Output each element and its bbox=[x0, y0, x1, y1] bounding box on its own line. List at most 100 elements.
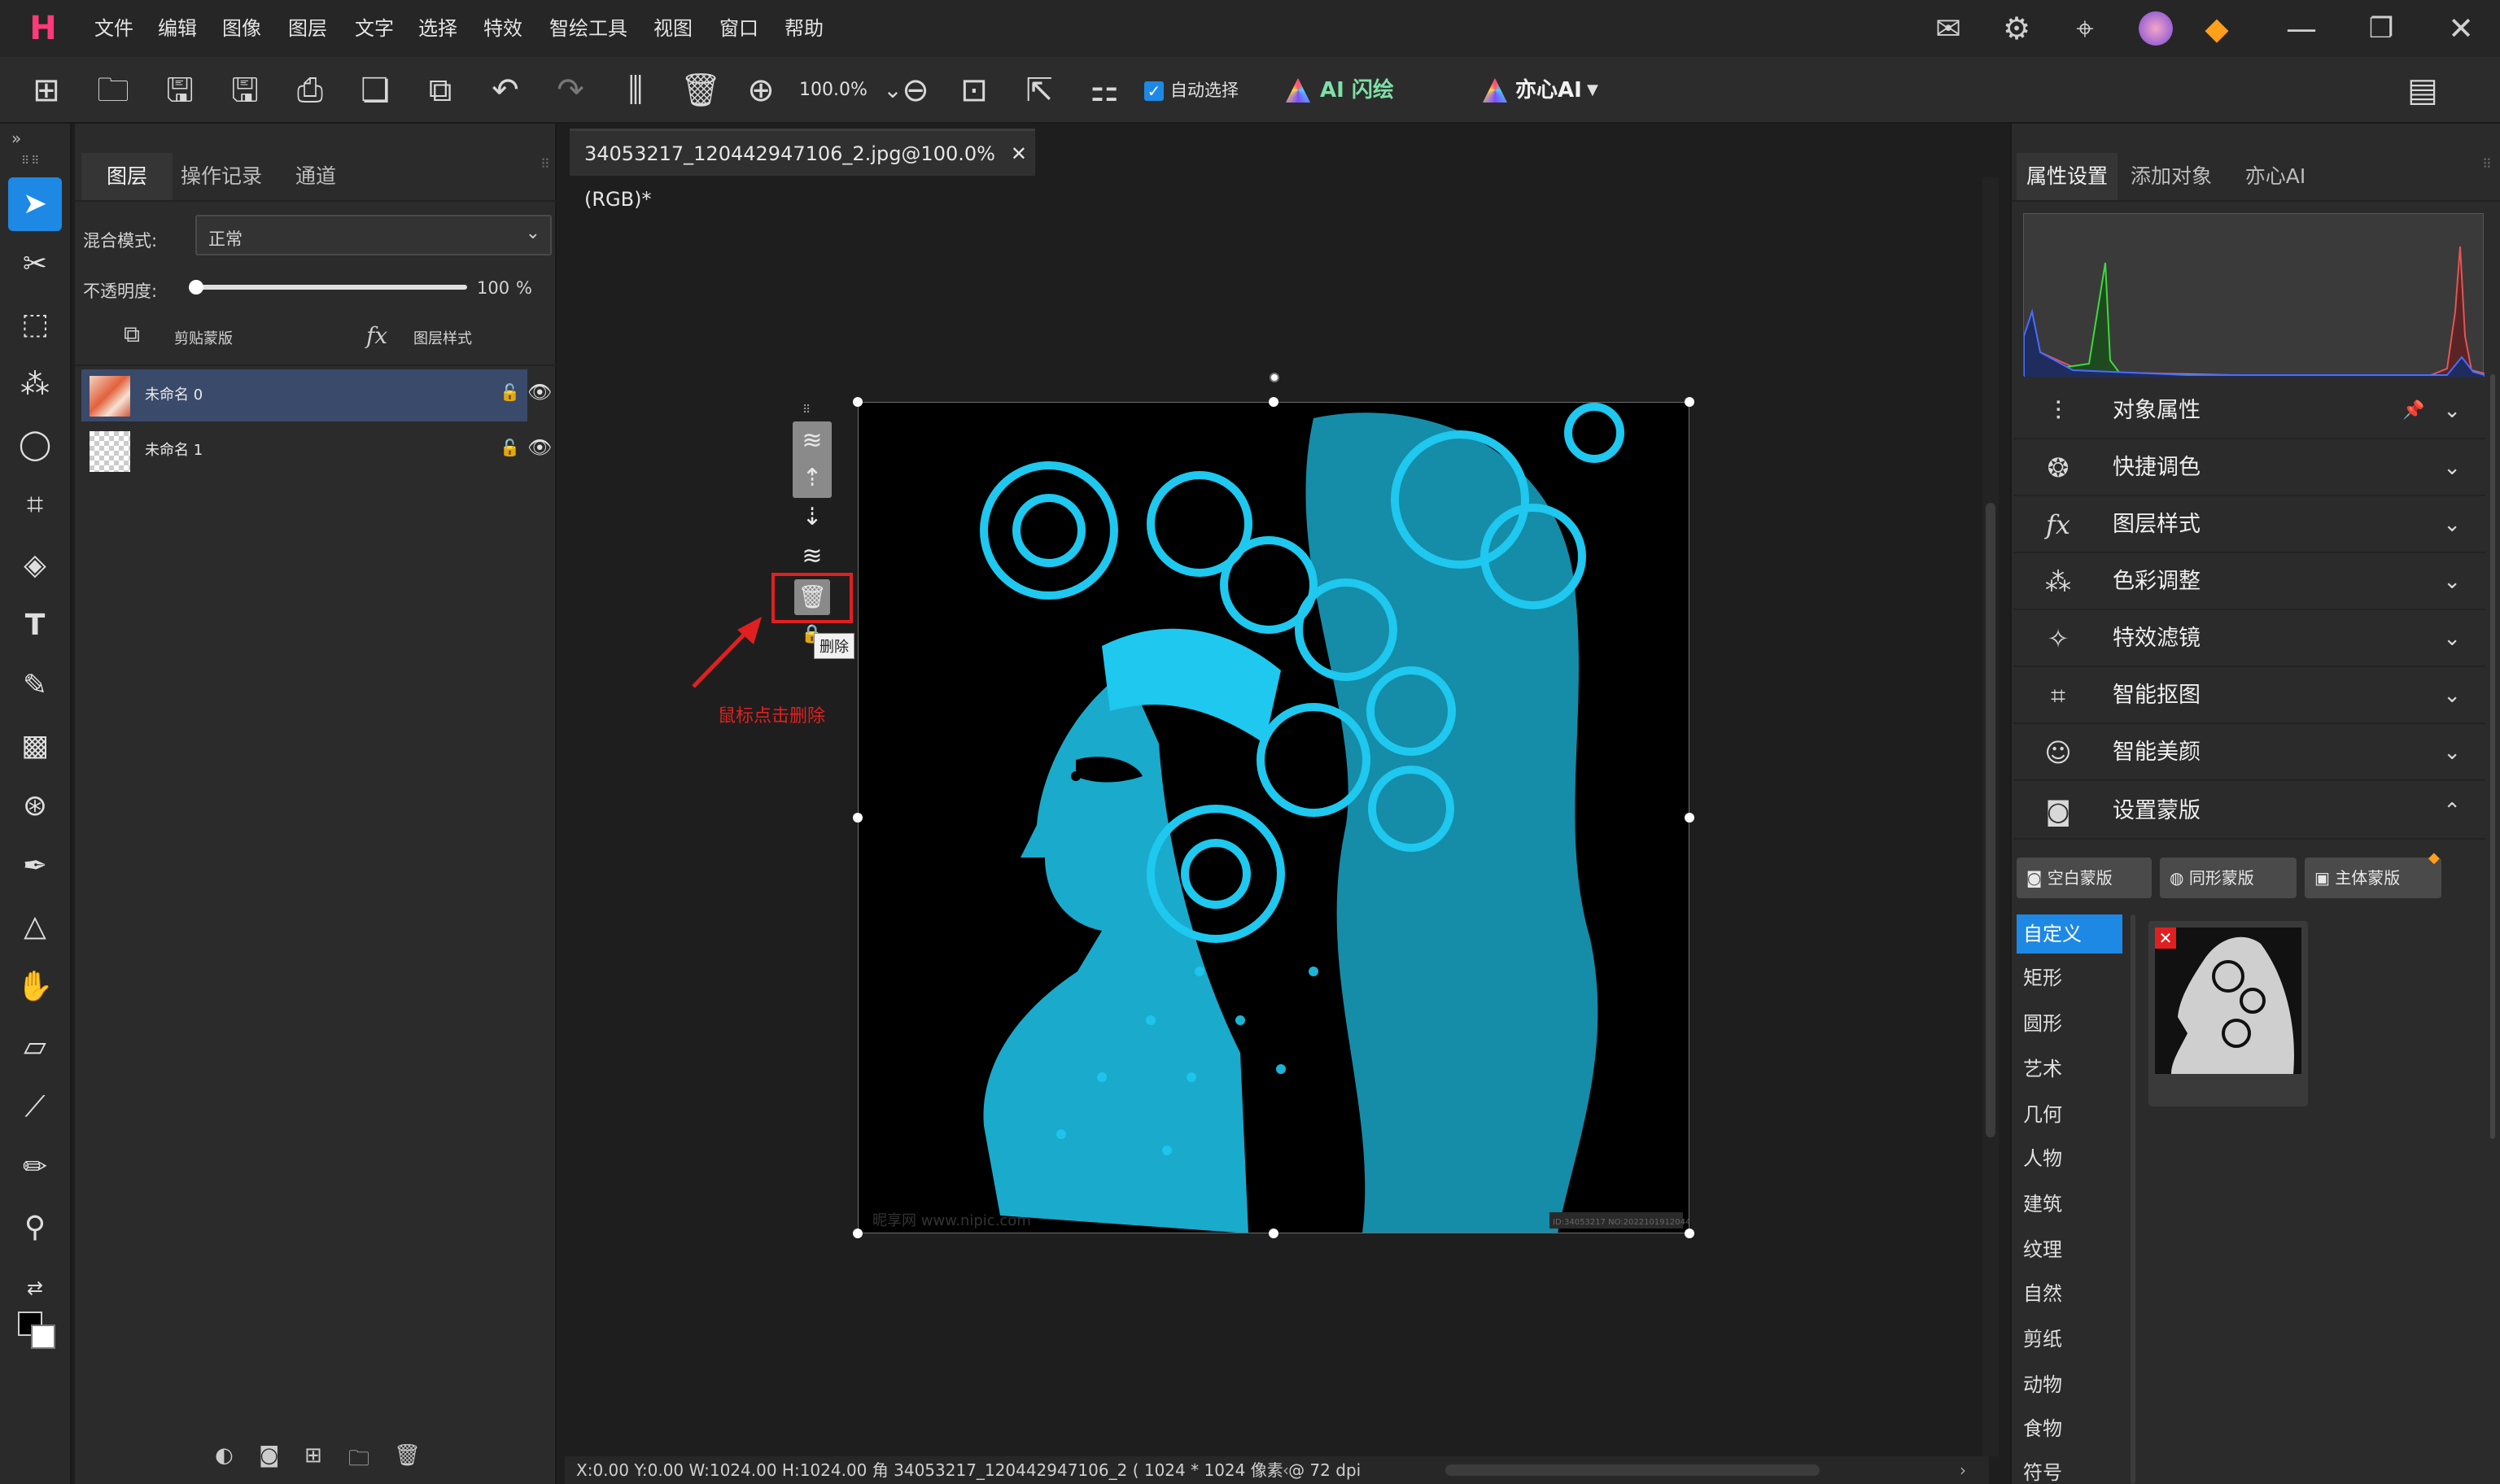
zoom-out-icon[interactable]: ⊖ bbox=[890, 57, 941, 124]
eye-icon[interactable]: 👁 bbox=[527, 436, 552, 459]
clip-mask-label[interactable]: 剪贴蒙版 bbox=[174, 327, 233, 348]
swap-colors-icon[interactable]: ⇄ bbox=[8, 1261, 62, 1315]
mask-category[interactable]: 纹理 bbox=[2017, 1230, 2122, 1269]
print-icon[interactable]: ⎙ bbox=[285, 57, 335, 124]
menu-file[interactable]: 文件 bbox=[94, 0, 133, 57]
close-icon[interactable]: ✕ bbox=[2437, 0, 2485, 57]
menu-edit[interactable]: 编辑 bbox=[158, 0, 197, 57]
mask-category-scrollbar[interactable] bbox=[2131, 914, 2135, 1484]
pen-tool-icon[interactable]: ✒ bbox=[8, 840, 62, 893]
vertical-scrollbar-thumb[interactable] bbox=[1986, 503, 1995, 1137]
menu-view[interactable]: 视图 bbox=[653, 0, 693, 57]
clone-stamp-tool-icon[interactable]: ⊛ bbox=[8, 779, 62, 833]
mask-category[interactable]: 矩形 bbox=[2017, 958, 2122, 997]
tab-channels[interactable]: 通道 bbox=[270, 153, 361, 200]
lasso-tool-icon[interactable]: ◯ bbox=[8, 418, 62, 472]
tab-history[interactable]: 操作记录 bbox=[176, 153, 267, 200]
shape-tool-icon[interactable]: △ bbox=[8, 900, 62, 954]
hand-tool-icon[interactable]: ✋ bbox=[8, 960, 62, 1014]
resize-handle[interactable] bbox=[853, 397, 863, 407]
undo-icon[interactable]: ↶ bbox=[480, 57, 531, 124]
eraser-tool-icon[interactable]: ▩ bbox=[8, 719, 62, 773]
send-to-back-icon[interactable]: ≋ bbox=[794, 539, 830, 574]
section-set-mask[interactable]: ◙ 设置蒙版 ⌃ bbox=[2013, 783, 2485, 840]
pencil-tool-icon[interactable]: ✏ bbox=[8, 1141, 62, 1194]
fx-icon[interactable]: fx bbox=[366, 322, 387, 349]
opacity-slider-track[interactable] bbox=[189, 280, 467, 295]
floating-toolbar-grip-icon[interactable]: ⠿ bbox=[802, 404, 811, 417]
section-layer-style[interactable]: fx 图层样式 ⌄ bbox=[2013, 496, 2485, 553]
crop-tool-icon[interactable]: ⌗ bbox=[8, 478, 62, 532]
section-quick-color[interactable]: ❂ 快捷调色 ⌄ bbox=[2013, 439, 2485, 496]
bring-forward-icon[interactable]: ⇡ bbox=[794, 460, 830, 496]
menu-text[interactable]: 文字 bbox=[355, 0, 394, 57]
fill-tool-icon[interactable]: ◈ bbox=[8, 539, 62, 592]
expand-icon[interactable]: » bbox=[11, 129, 21, 148]
resize-handle[interactable] bbox=[853, 1229, 863, 1238]
clip-mask-icon[interactable]: ⧉ bbox=[124, 321, 140, 348]
open-folder-icon[interactable]: 🗀 bbox=[88, 57, 138, 124]
menu-layer[interactable]: 图层 bbox=[288, 0, 327, 57]
smudge-tool-icon[interactable]: ⟋ bbox=[8, 1080, 62, 1134]
gem-icon[interactable]: ◆ bbox=[2192, 0, 2241, 57]
custom-mask-thumbnail[interactable]: ✕ bbox=[2148, 921, 2308, 1106]
mask-category[interactable]: 圆形 bbox=[2017, 1004, 2122, 1043]
scroll-right-icon[interactable]: › bbox=[1960, 1456, 1966, 1484]
export-icon[interactable]: ⇱ bbox=[1014, 57, 1064, 124]
zoom-in-icon[interactable]: ⊕ bbox=[736, 57, 786, 124]
bring-to-front-icon[interactable]: ≋ bbox=[794, 423, 830, 459]
subject-mask-button[interactable]: ▣ 主体蒙版 bbox=[2305, 858, 2441, 898]
resize-handle[interactable] bbox=[1685, 1229, 1694, 1238]
pin-icon[interactable]: 📌 bbox=[2402, 400, 2424, 421]
blend-mode-select[interactable]: 正常 ⌄ bbox=[195, 215, 552, 255]
blank-mask-button[interactable]: ◙ 空白蒙版 bbox=[2017, 858, 2152, 898]
resize-handle[interactable] bbox=[1269, 1229, 1278, 1238]
delete-layer-icon[interactable]: 🗑 bbox=[394, 1443, 421, 1468]
tab-add-object[interactable]: 添加对象 bbox=[2121, 153, 2222, 200]
add-mask-icon[interactable]: ◙ bbox=[259, 1443, 279, 1468]
mask-category[interactable]: 人物 bbox=[2017, 1139, 2122, 1178]
tab-yixin-ai[interactable]: 亦心AI bbox=[2225, 153, 2326, 200]
mask-category[interactable]: 几何 bbox=[2017, 1095, 2122, 1134]
section-smart-beauty[interactable]: ☺ 智能美颜 ⌄ bbox=[2013, 724, 2485, 781]
resize-handle[interactable] bbox=[1685, 397, 1694, 407]
section-smart-cutout[interactable]: ⌗ 智能抠图 ⌄ bbox=[2013, 667, 2485, 724]
new-file-icon[interactable]: ⊞ bbox=[21, 57, 72, 124]
align-icon[interactable]: ⫼ bbox=[610, 57, 661, 124]
yixin-ai-button[interactable]: 亦心AI bbox=[1515, 57, 1582, 124]
lock-icon[interactable]: 🔓 bbox=[500, 438, 520, 457]
send-backward-icon[interactable]: ⇣ bbox=[794, 500, 830, 535]
tab-layers[interactable]: 图层 bbox=[81, 153, 173, 200]
marquee-tool-icon[interactable]: ⬚ bbox=[8, 298, 62, 351]
vertical-scrollbar[interactable] bbox=[1982, 177, 1999, 1456]
layer-row[interactable]: 未命名 1 🔓 👁 bbox=[81, 425, 552, 477]
grid-apps-icon[interactable]: ⚏ bbox=[1079, 57, 1130, 124]
scroll-left-icon[interactable]: ‹ bbox=[1283, 1456, 1289, 1484]
eyedropper-tool-icon[interactable]: ⚲ bbox=[8, 1201, 62, 1255]
horizontal-scrollbar-thumb[interactable] bbox=[1445, 1464, 1820, 1476]
menu-select[interactable]: 选择 bbox=[418, 0, 457, 57]
mail-icon[interactable]: ✉ bbox=[1924, 0, 1973, 57]
duplicate-icon[interactable]: ⧉ bbox=[415, 57, 465, 124]
document-tab[interactable]: 34053217_120442947106_2.jpg@100.0% (RGB)… bbox=[570, 129, 1035, 211]
eye-icon[interactable]: 👁 bbox=[527, 381, 552, 404]
cutout-tool-icon[interactable]: ✂ bbox=[8, 238, 62, 291]
magic-wand-tool-icon[interactable]: ⁂ bbox=[8, 358, 62, 412]
settings-icon[interactable]: ⚙ bbox=[1992, 0, 2041, 57]
adjustment-layer-icon[interactable]: ◐ bbox=[215, 1443, 234, 1468]
close-tab-icon[interactable]: ✕ bbox=[1011, 131, 1027, 177]
tab-properties[interactable]: 属性设置 bbox=[2017, 153, 2118, 200]
mask-category[interactable]: 剪纸 bbox=[2017, 1320, 2122, 1359]
panel-grip-icon[interactable]: ⠿ bbox=[2482, 156, 2492, 172]
redo-icon[interactable]: ↷ bbox=[545, 57, 596, 124]
yixin-ai-dropdown-icon[interactable]: ▼ bbox=[1587, 57, 1598, 124]
new-group-icon[interactable]: 🗀 bbox=[348, 1443, 369, 1479]
delete-icon[interactable]: 🗑 bbox=[675, 57, 726, 124]
compass-icon[interactable]: ⌖ bbox=[2061, 0, 2109, 57]
save-icon[interactable]: 🖫 bbox=[155, 57, 205, 124]
section-color-adjust[interactable]: ⁂ 色彩调整 ⌄ bbox=[2013, 553, 2485, 610]
background-color-swatch[interactable] bbox=[31, 1325, 55, 1349]
panel-layout-icon[interactable]: ▤ bbox=[2397, 57, 2448, 124]
right-panel-scrollbar[interactable] bbox=[2490, 374, 2495, 1139]
drag-handle-icon[interactable]: ⠿⠿ bbox=[21, 155, 42, 168]
